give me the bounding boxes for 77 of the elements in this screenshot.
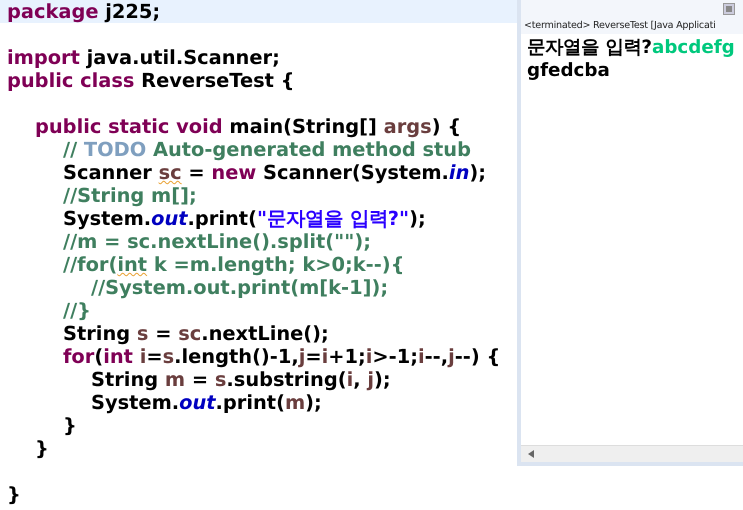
code-text: --) { bbox=[454, 345, 500, 368]
code-text: .print( bbox=[188, 207, 257, 230]
code-text: j bbox=[367, 368, 374, 391]
code-text: //String m[]; bbox=[62, 184, 197, 207]
code-text: +1; bbox=[328, 345, 366, 368]
code-text: = bbox=[190, 368, 210, 391]
code-text: ( bbox=[94, 345, 104, 368]
code-text: int bbox=[103, 345, 134, 368]
code-text: .print( bbox=[216, 391, 285, 414]
code-text: //} bbox=[62, 299, 91, 322]
console-title: <terminated> ReverseTest [Java Applicati bbox=[521, 18, 743, 34]
code-text: // bbox=[62, 138, 78, 161]
code-text: = bbox=[146, 345, 163, 368]
code-text: .substring( bbox=[226, 368, 347, 391]
code-text: public class bbox=[7, 69, 134, 92]
code-text: package bbox=[7, 0, 98, 23]
code-text: ) { bbox=[432, 115, 462, 138]
code-text: s bbox=[136, 322, 148, 345]
code-text: ); bbox=[305, 391, 322, 414]
code-text: "문자열을 입력?" bbox=[256, 207, 410, 230]
code-text: sc bbox=[158, 161, 182, 184]
console-text: 문자열을 입력? bbox=[527, 37, 652, 58]
code-text: System. bbox=[90, 391, 180, 414]
code-text: main(String[] bbox=[228, 115, 378, 138]
console-text: abcdefg bbox=[652, 37, 735, 58]
code-text: s bbox=[162, 345, 174, 368]
code-text: ); bbox=[469, 161, 486, 184]
code-text: out bbox=[151, 207, 188, 230]
code-text: public static void bbox=[34, 115, 223, 138]
code-text: s bbox=[214, 368, 226, 391]
code-text: int bbox=[117, 253, 148, 276]
code-text: ); bbox=[409, 207, 426, 230]
scroll-left-icon[interactable] bbox=[528, 450, 534, 458]
code-text: --, bbox=[424, 345, 448, 368]
code-text: //m = sc.nextLine().split(""); bbox=[62, 230, 371, 253]
code-text: } bbox=[34, 437, 49, 460]
code-text: String bbox=[62, 322, 132, 345]
code-text: ); bbox=[374, 368, 391, 391]
code-text: args bbox=[384, 115, 432, 138]
code-text: m bbox=[164, 368, 186, 391]
code-text: //System.out.print(m[k-1]); bbox=[90, 276, 388, 299]
code-text: out bbox=[179, 391, 216, 414]
code-text: TODO bbox=[84, 138, 146, 161]
code-text: in bbox=[448, 161, 470, 184]
code-text: = bbox=[305, 345, 322, 368]
console-text: gfedcba bbox=[527, 60, 610, 81]
code-text: i bbox=[140, 345, 146, 368]
code-text: , bbox=[353, 368, 362, 391]
code-text: k =m.length; k>0;k--){ bbox=[152, 253, 404, 276]
horizontal-scrollbar[interactable] bbox=[521, 445, 743, 462]
code-text: import bbox=[7, 46, 80, 69]
code-text: System. bbox=[62, 207, 152, 230]
code-text: String bbox=[90, 368, 160, 391]
code-text: j bbox=[298, 345, 306, 368]
code-text: //for( bbox=[62, 253, 118, 276]
code-text: Scanner bbox=[62, 161, 153, 184]
code-text: } bbox=[7, 483, 21, 506]
code-text: = bbox=[154, 322, 172, 345]
code-text: } bbox=[62, 414, 77, 437]
code-text: i bbox=[346, 368, 354, 391]
code-text: j bbox=[448, 345, 455, 368]
code-text: Auto-generated method stub bbox=[152, 138, 471, 161]
code-text: java.util.Scanner; bbox=[85, 46, 280, 69]
code-text: for bbox=[62, 345, 94, 368]
code-text: j225; bbox=[104, 0, 160, 23]
code-text: new bbox=[211, 161, 256, 184]
code-text: m bbox=[284, 391, 306, 414]
code-text: .nextLine(); bbox=[201, 322, 329, 345]
code-text: Scanner(System. bbox=[262, 161, 449, 184]
code-text: .length()-1, bbox=[174, 345, 299, 368]
code-text: >-1; bbox=[372, 345, 418, 368]
code-text: = bbox=[187, 161, 206, 184]
code-text: i bbox=[322, 345, 328, 368]
code-text: i bbox=[366, 345, 372, 368]
code-text: ReverseTest { bbox=[140, 69, 294, 92]
code-text: sc bbox=[178, 322, 202, 345]
code-text: i bbox=[418, 345, 425, 368]
